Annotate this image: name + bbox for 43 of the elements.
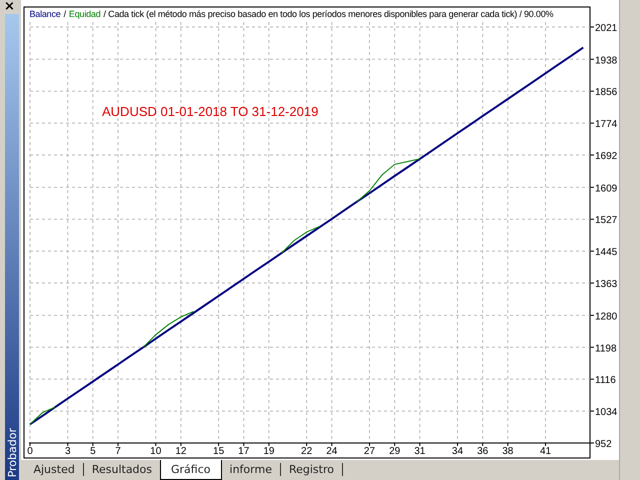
x-axis-label: 0 (28, 446, 34, 457)
y-axis-label: 1692 (595, 151, 618, 162)
y-axis-label: 1527 (595, 215, 618, 226)
y-axis-label: 2021 (595, 23, 618, 34)
x-axis-label: 17 (238, 446, 250, 457)
y-axis-label: 1938 (595, 55, 618, 66)
x-axis-label: 5 (90, 446, 96, 457)
legend-label: Equidad (68, 9, 101, 19)
tab[interactable]: informe (222, 463, 281, 476)
x-axis-label: 31 (414, 446, 426, 457)
y-axis-label: 1116 (595, 375, 616, 386)
x-axis-label: 36 (478, 446, 489, 457)
y-axis-label: 1034 (595, 407, 618, 418)
x-axis-label: 7 (116, 446, 122, 457)
x-axis-label: 41 (540, 446, 552, 457)
x-axis-label: 29 (390, 446, 401, 457)
y-axis-label: 1280 (595, 311, 618, 322)
x-axis-label: 10 (150, 446, 162, 457)
y-axis-label: 1856 (595, 87, 618, 98)
legend-separator: / (64, 9, 66, 19)
x-axis-label: 24 (326, 446, 338, 457)
y-axis-label: 1445 (595, 247, 618, 258)
y-axis-label: 1609 (595, 183, 618, 194)
tab[interactable]: Gráfico (160, 460, 222, 480)
x-axis-label: 22 (302, 446, 313, 457)
legend-label: Balance (29, 9, 61, 19)
x-axis-label: 27 (364, 446, 376, 457)
x-axis-label: 3 (65, 446, 71, 457)
y-axis-label: 1363 (595, 279, 618, 290)
legend-model-text: / Cada tick (el método más preciso basado en todo los períodos menores disponibles para generar cada tick) / 90.00% (104, 9, 554, 19)
x-axis-label: 12 (176, 446, 187, 457)
x-axis-label: 38 (502, 446, 514, 457)
y-axis-label: 1774 (595, 119, 618, 130)
close-button[interactable]: × (1, 0, 18, 14)
y-axis-label: 952 (595, 439, 612, 450)
chart-annotation: AUDUSD 01-01-2018 TO 31-12-2019 (102, 104, 319, 119)
tab[interactable]: Ajusted (25, 463, 84, 476)
x-axis-label: 34 (452, 446, 464, 457)
x-axis-label: 19 (264, 446, 275, 457)
y-axis-label: 1198 (595, 343, 617, 354)
tab[interactable]: Registro (280, 463, 343, 476)
x-axis-label: 15 (214, 446, 225, 457)
panel-title: Probador (6, 428, 19, 479)
